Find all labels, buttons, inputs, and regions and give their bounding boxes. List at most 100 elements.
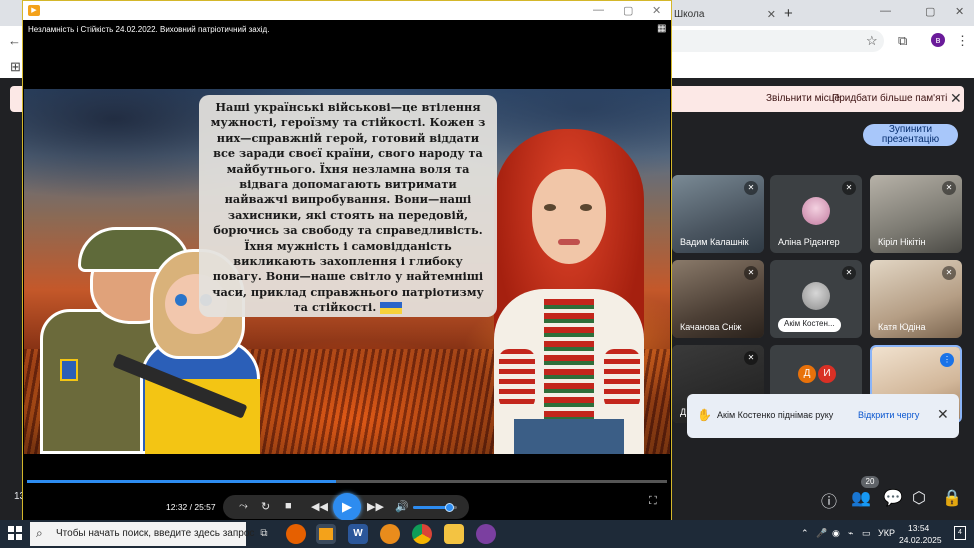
seek-bar-fill [27, 480, 337, 483]
banner-close-icon[interactable]: ✕ [950, 90, 962, 107]
back-arrow-icon[interactable]: ← [8, 33, 21, 48]
people-count-badge: 20 [861, 476, 879, 488]
volume-icon[interactable]: 🔊 [395, 500, 409, 513]
activities-icon[interactable]: ⬡ [912, 488, 926, 508]
participant-name: Вадим Калашнік [680, 237, 749, 247]
loop-icon[interactable]: ↻ [261, 500, 270, 513]
participant-name: Д [680, 407, 687, 417]
raised-hand-toast: ✋ Акім Костенко піднімає руку Відкрити ч… [687, 394, 959, 438]
participant-tile[interactable]: ✕ Кіріл Нікітін [870, 175, 962, 253]
open-queue-link[interactable]: Відкрити чергу [858, 410, 919, 420]
quote-text: Наші українські військові—це втілення му… [210, 100, 486, 315]
player-titlebar: ▶ — ▢ ✕ [23, 1, 671, 20]
volume-knob[interactable] [445, 503, 455, 512]
menu-kebab-icon[interactable]: ⋮ [956, 33, 969, 49]
new-tab-button[interactable]: + [784, 5, 793, 22]
play-button[interactable]: ▶ [333, 493, 361, 521]
app-icon[interactable] [380, 524, 400, 544]
extensions-icon[interactable]: ⧉ [898, 33, 907, 49]
battery-icon[interactable]: ▭ [862, 528, 871, 539]
network-icon[interactable]: ⌁ [848, 528, 853, 539]
viber-icon[interactable] [476, 524, 496, 544]
host-controls-icon[interactable]: 🔒 [942, 488, 962, 508]
tray-app-icon[interactable]: ◉ [832, 528, 840, 539]
participant-name: Катя Юдіна [878, 322, 926, 332]
firefox-icon[interactable] [286, 524, 306, 544]
task-view-icon[interactable]: ⧉ [254, 524, 274, 544]
toast-message: Акім Костенко піднімає руку [717, 410, 834, 420]
clock-date[interactable]: 24.02.2025 [899, 535, 942, 545]
stop-icon[interactable]: ■ [285, 500, 292, 512]
avatar: И [818, 365, 836, 383]
search-icon: ⌕ [36, 526, 43, 540]
quote-box: Наші українські військові—це втілення му… [199, 95, 497, 317]
file-explorer-icon[interactable] [444, 524, 464, 544]
minimize-icon[interactable]: — [593, 4, 604, 16]
participant-name: Акім Костен... [778, 318, 841, 332]
woman-in-vyshyvanka [474, 129, 664, 454]
participant-tile[interactable]: ✕ Вадим Калашнік [672, 175, 764, 253]
notifications-icon[interactable]: 4 [954, 526, 966, 540]
participant-name: Качанова Сніж [680, 322, 742, 332]
language-indicator[interactable]: УКР [878, 528, 895, 538]
participant-tile[interactable]: ✕ Акім Костен... [770, 260, 862, 338]
raised-hand-icon: ✋ [697, 408, 712, 422]
profile-avatar[interactable]: в [931, 33, 945, 47]
mic-off-icon: ✕ [942, 181, 956, 195]
tab-label: Школа [674, 9, 705, 20]
chrome-icon[interactable] [412, 524, 432, 544]
mic-off-icon: ✕ [744, 351, 758, 365]
tab-close-icon[interactable]: ✕ [767, 8, 776, 21]
video-frame[interactable]: Наші українські військові—це втілення му… [24, 89, 670, 454]
close-window-icon[interactable]: ✕ [955, 5, 964, 18]
microphone-icon[interactable]: 🎤 [816, 528, 827, 539]
ukraine-flag-icon [380, 302, 403, 315]
toast-close-icon[interactable]: ✕ [937, 406, 949, 423]
participant-name: Кіріл Нікітін [878, 237, 926, 247]
stop-presenting-button[interactable]: Зупинити презентацію [863, 124, 958, 146]
maximize-icon[interactable]: ▢ [925, 5, 935, 18]
mic-off-icon: ✕ [744, 181, 758, 195]
search-placeholder: Чтобы начать поиск, введите здесь запрос [56, 528, 255, 539]
windows-start-icon[interactable] [8, 526, 22, 540]
chat-icon[interactable]: 💬 [883, 488, 903, 508]
taskbar: ⌕ Чтобы начать поиск, введите здесь запр… [0, 520, 974, 548]
time-readout: 12:32 / 25:57 [166, 502, 216, 512]
mic-off-icon: ✕ [744, 266, 758, 280]
avatar [802, 282, 830, 310]
address-bar[interactable] [672, 30, 884, 52]
taskbar-search-input[interactable]: ⌕ Чтобы начать поиск, введите здесь запр… [30, 522, 254, 546]
maximize-icon[interactable]: ▢ [623, 4, 633, 17]
clock-time[interactable]: 13:54 [908, 523, 929, 533]
participant-name: Аліна Рідєнгер [778, 237, 840, 247]
player-app-icon: ▶ [28, 5, 40, 16]
mic-off-icon: ✕ [942, 266, 956, 280]
video-title: Незламність і Стійкість 24.02.2022. Вихо… [28, 25, 270, 34]
media-player-taskbar-icon[interactable] [316, 524, 336, 544]
speaking-icon: ⋮ [940, 353, 954, 367]
fast-forward-icon[interactable]: ▶▶ [367, 500, 384, 513]
people-icon[interactable]: 👥 [851, 488, 871, 508]
tray-chevron-icon[interactable]: ⌃ [801, 528, 809, 539]
ab-repeat-icon[interactable]: ⤳ [239, 500, 248, 513]
tab-school[interactable]: Школа ✕ [670, 4, 782, 26]
participant-tile[interactable]: ✕ Катя Юдіна [870, 260, 962, 338]
free-space-link[interactable]: Звільнити місце [766, 93, 840, 104]
info-icon[interactable]: ⓘ [821, 488, 837, 512]
apps-grid-icon[interactable]: ⊞ [10, 59, 21, 75]
volume-slider[interactable] [413, 503, 457, 512]
playlist-icon[interactable]: ▦ [657, 23, 666, 34]
rewind-icon[interactable]: ◀◀ [311, 500, 328, 513]
participant-tile[interactable]: ✕ Качанова Сніж [672, 260, 764, 338]
mic-off-icon: ✕ [842, 181, 856, 195]
close-window-icon[interactable]: ✕ [652, 4, 661, 17]
seek-bar[interactable] [27, 480, 667, 483]
word-icon[interactable]: W [348, 524, 368, 544]
participant-tile[interactable]: ✕ Аліна Рідєнгер [770, 175, 862, 253]
bookmark-star-icon[interactable]: ☆ [866, 33, 878, 49]
playback-controls: ⤳ ↻ ■ ◀◀ ▶ ▶▶ 🔊 [223, 493, 469, 521]
media-player-window: ▶ — ▢ ✕ Незламність і Стійкість 24.02.20… [22, 0, 672, 522]
fullscreen-icon[interactable]: ⛶ [649, 495, 657, 508]
minimize-icon[interactable]: — [880, 5, 891, 17]
buy-memory-link[interactable]: Придбати більше пам'яті [832, 93, 947, 104]
